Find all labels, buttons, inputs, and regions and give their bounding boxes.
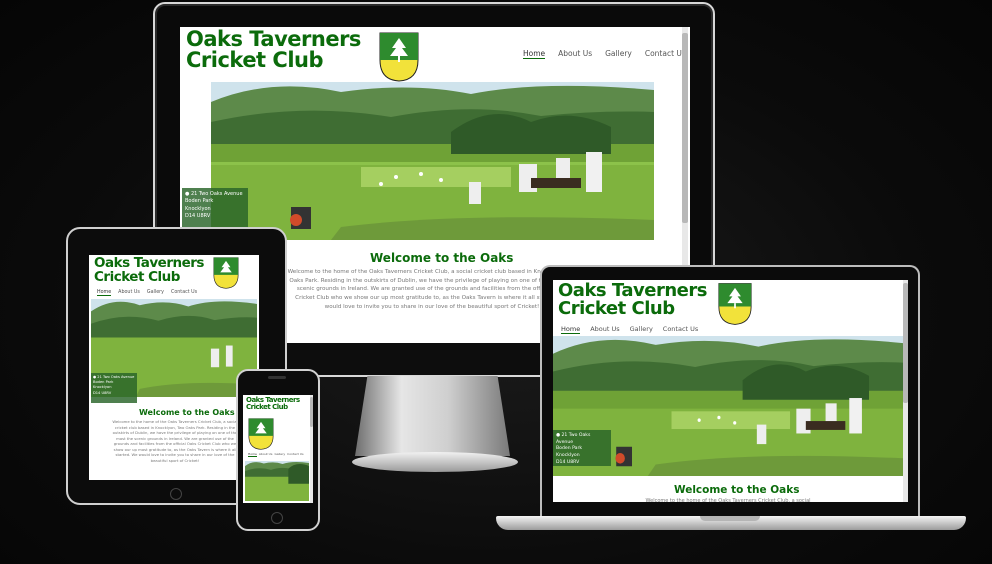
desktop-monitor-stand-base	[352, 452, 518, 472]
laptop-site-viewport: Oaks Taverners Cricket Club Home About U…	[553, 280, 908, 502]
tablet-address-card: ● 21 Two Oaks Avenue Boden Park Knocklyo…	[91, 373, 137, 403]
tablet-nav-contact-us[interactable]: Contact Us	[171, 290, 197, 296]
phone-nav-home[interactable]: Home	[248, 452, 257, 457]
map-pin-icon: ●	[93, 375, 97, 379]
laptop-welcome-heading: Welcome to the Oaks	[674, 484, 800, 496]
laptop-site-title[interactable]: Oaks Taverners Cricket Club	[558, 281, 707, 319]
tablet-home-button	[170, 488, 182, 500]
phone-site-viewport: Oaks Taverners Cricket Club Home About U…	[243, 395, 313, 503]
laptop-welcome-text: Welcome to the home of the Oaks Taverner…	[645, 498, 811, 502]
laptop-nav-about-us[interactable]: About Us	[590, 325, 619, 334]
tree-shield-icon[interactable]	[248, 418, 274, 450]
laptop-main-nav: Home About Us Gallery Contact Us	[561, 325, 698, 334]
phone-home-button	[271, 512, 283, 524]
site-title[interactable]: Oaks Taverners Cricket Club	[186, 28, 361, 72]
main-nav: Home About Us Gallery Contact Us	[523, 49, 686, 59]
hero-image	[211, 82, 654, 240]
nav-about-us[interactable]: About Us	[558, 49, 592, 59]
phone-main-nav: Home About Us Gallery Contact Us	[248, 452, 304, 457]
tablet-nav-home[interactable]: Home	[97, 290, 112, 296]
phone-speaker	[268, 376, 286, 379]
phone-hero-image	[245, 461, 309, 501]
laptop-scrollbar[interactable]	[903, 280, 908, 502]
address-card: ● 21 Two Oaks Avenue Boden Park Knocklyo…	[182, 188, 248, 228]
nav-gallery[interactable]: Gallery	[605, 49, 632, 59]
tree-shield-icon[interactable]	[718, 282, 752, 326]
laptop-notch	[700, 516, 760, 521]
tree-shield-icon[interactable]	[379, 32, 419, 82]
laptop-address-card: ● 21 Two Oaks Avenue Boden Park Knocklyo…	[553, 430, 611, 466]
welcome-text: Welcome to the home of the Oaks Taverner…	[287, 269, 577, 310]
laptop-nav-gallery[interactable]: Gallery	[630, 325, 653, 334]
nav-home[interactable]: Home	[523, 49, 546, 59]
laptop-nav-home[interactable]: Home	[561, 325, 581, 334]
map-pin-icon: ●	[185, 191, 190, 197]
desktop-monitor-stand	[355, 376, 510, 456]
tablet-welcome-text: Welcome to the home of the Oaks Taverner…	[112, 419, 238, 463]
tablet-site-title[interactable]: Oaks Taverners Cricket Club	[94, 256, 204, 285]
phone-site-title[interactable]: Oaks Taverners Cricket Club	[246, 396, 300, 411]
tablet-site-viewport: Oaks Taverners Cricket Club Home About U…	[89, 255, 259, 480]
phone-nav-contact-us[interactable]: Contact Us	[287, 452, 303, 457]
phone-nav-about-us[interactable]: About Us	[259, 452, 273, 457]
tablet-main-nav: Home About Us Gallery Contact Us	[97, 290, 197, 296]
welcome-heading: Welcome to the Oaks	[370, 251, 514, 265]
tablet-welcome-heading: Welcome to the Oaks	[139, 408, 235, 417]
laptop-nav-contact-us[interactable]: Contact Us	[663, 325, 699, 334]
phone-scrollbar[interactable]	[310, 395, 313, 503]
phone-nav-gallery[interactable]: Gallery	[274, 452, 285, 457]
tablet-nav-about-us[interactable]: About Us	[118, 290, 140, 296]
tablet-nav-gallery[interactable]: Gallery	[147, 290, 164, 296]
nav-contact-us[interactable]: Contact Us	[645, 49, 686, 59]
map-pin-icon: ●	[556, 433, 561, 438]
tree-shield-icon[interactable]	[213, 257, 239, 289]
